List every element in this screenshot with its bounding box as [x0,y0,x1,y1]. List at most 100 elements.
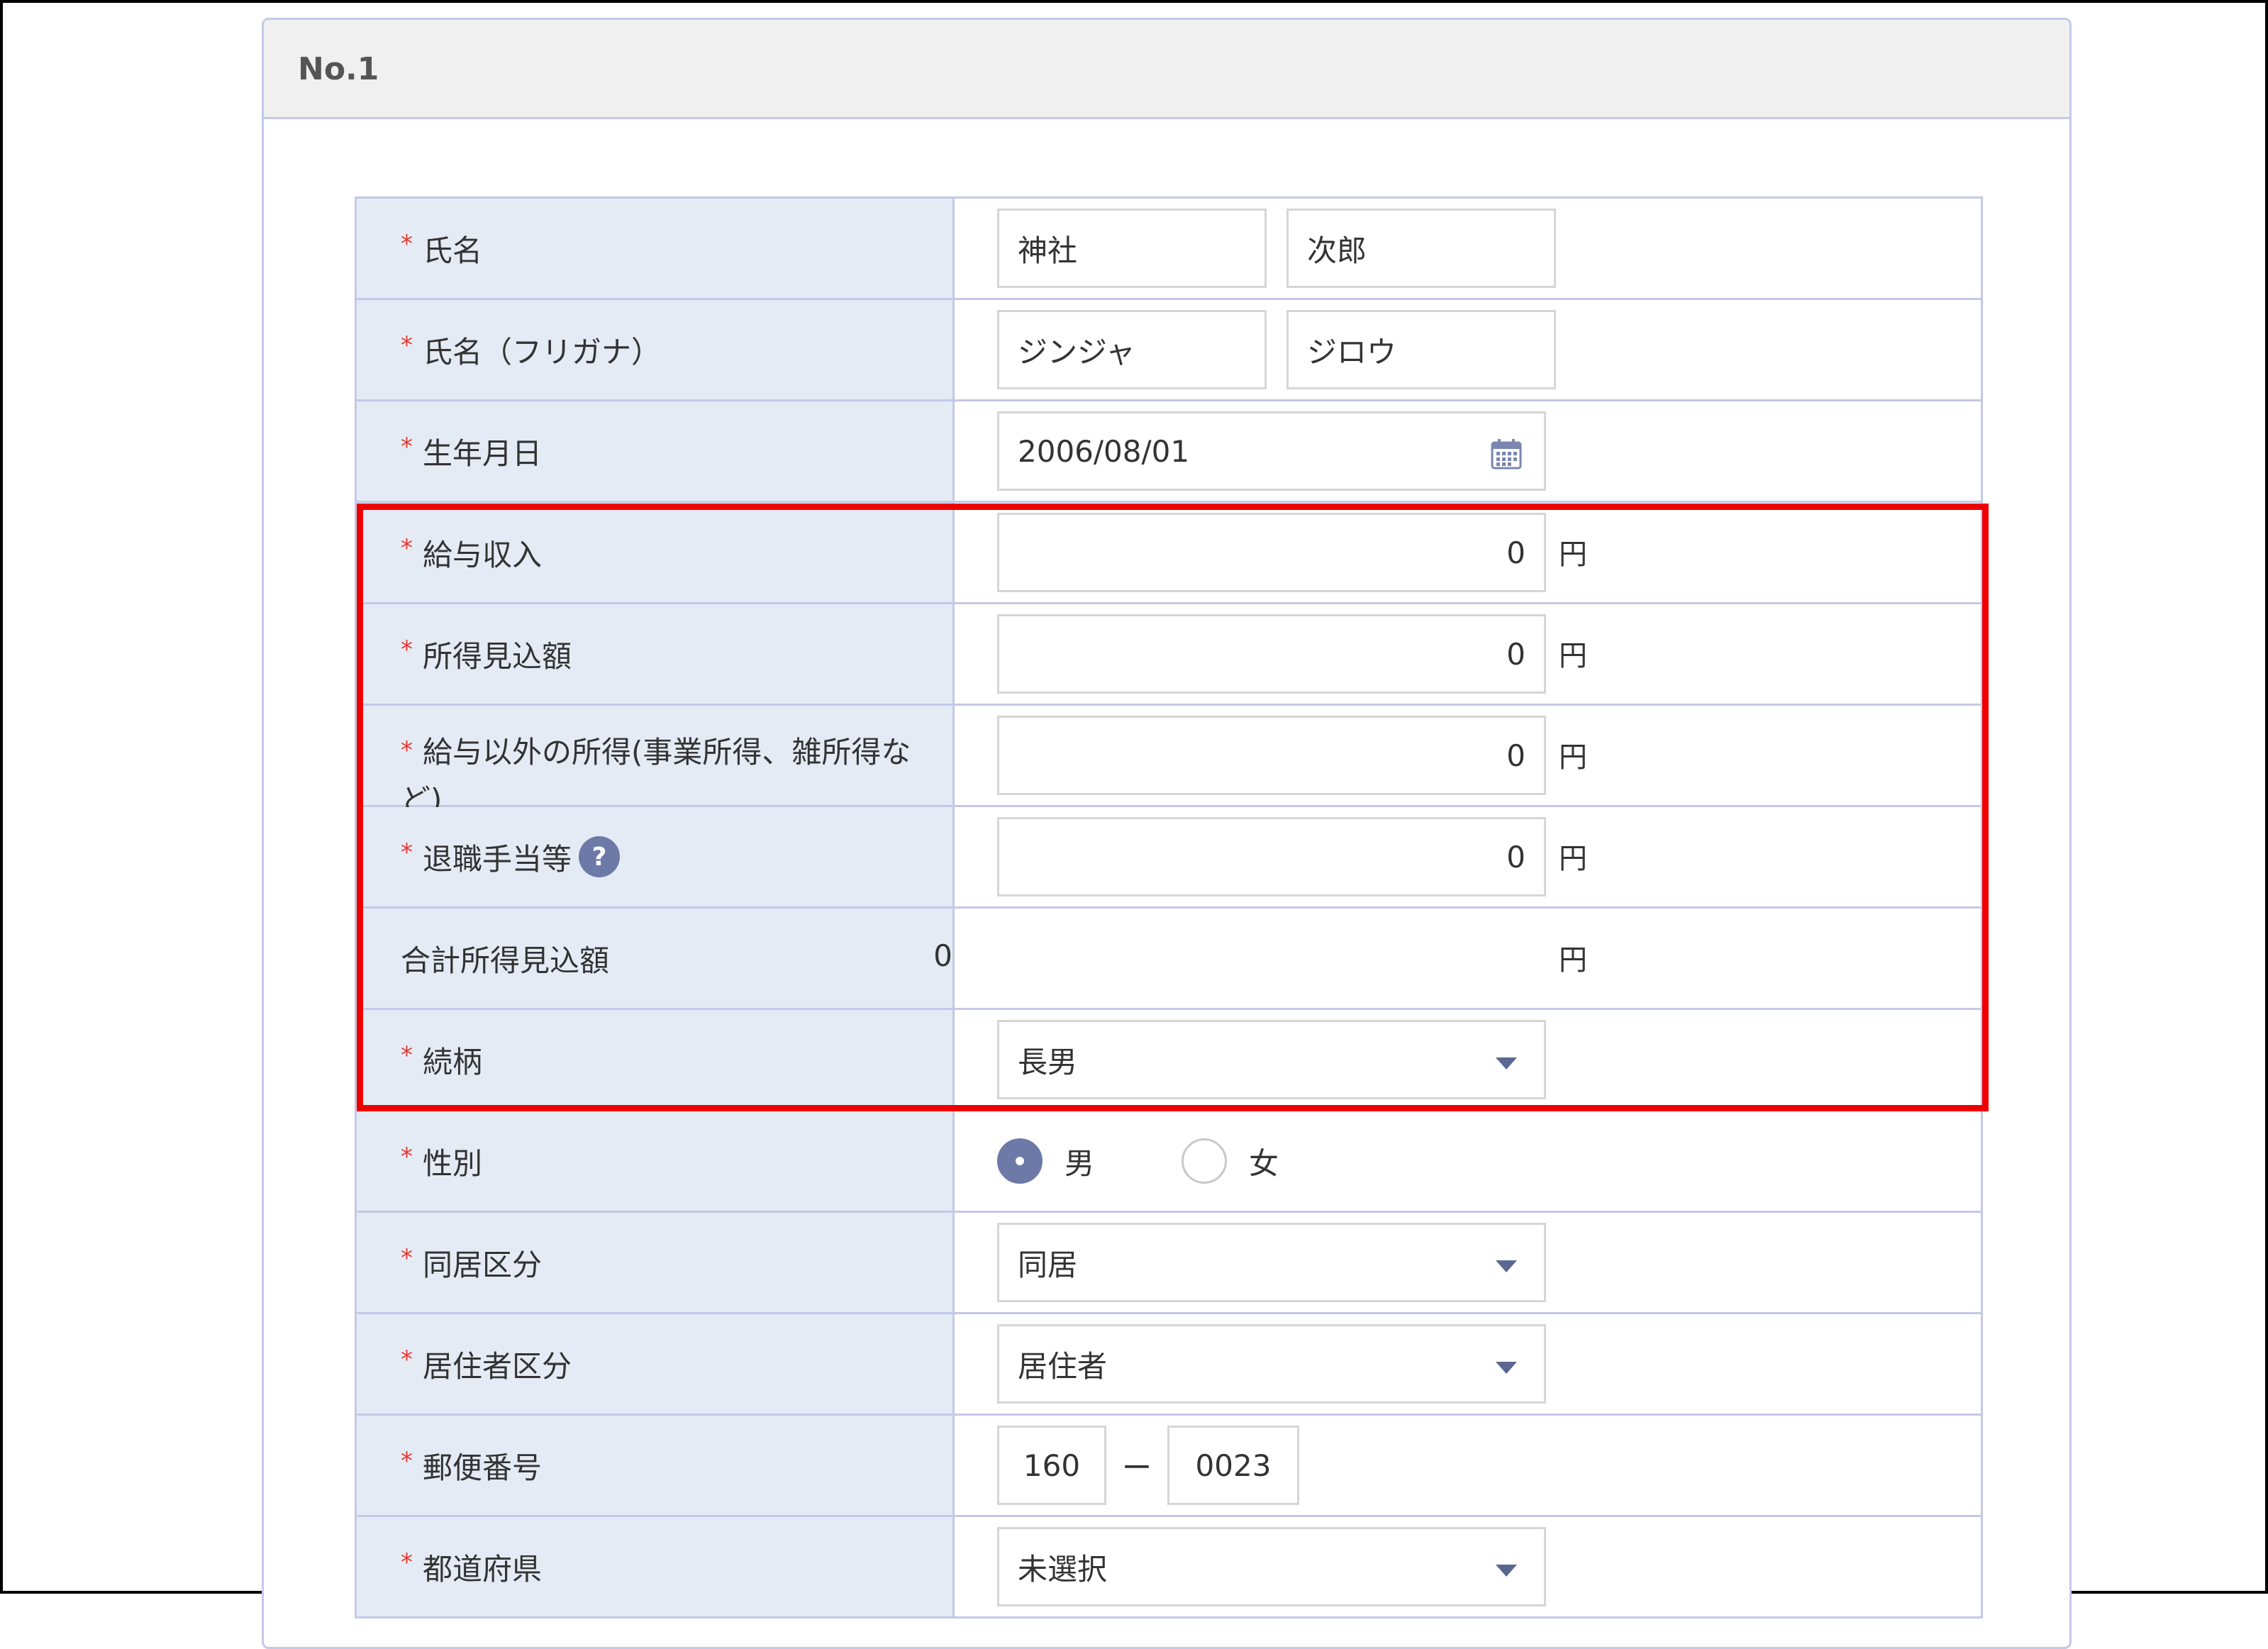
cohabitation-select[interactable]: 同居 [997,1223,1546,1302]
prefecture-label: 都道府県 [423,1551,543,1587]
birthdate-label: 生年月日 [423,435,543,471]
last-name-kana-input[interactable]: ジンジャ [997,310,1267,389]
cohabitation-label: 同居区分 [423,1247,543,1282]
label-cell: * 氏名（フリガナ） [357,300,955,399]
required-mark: * [401,1244,413,1272]
required-mark: * [401,331,413,360]
value-cell: 160 ー 0023 [955,1416,1981,1515]
birthdate-value: 2006/08/01 [1018,433,1190,469]
label-cell: * 続柄 [357,1010,955,1109]
gender-option-female[interactable]: 女 [1249,1140,1279,1183]
label-cell: 合計所得見込額 [357,909,955,1008]
yen-unit: 円 [1559,640,1587,672]
chevron-down-icon [1496,1362,1517,1374]
chevron-down-icon [1496,1057,1517,1070]
required-mark: * [401,1548,413,1577]
row-income-estimate: * 所得見込額 0 円 [357,604,1981,706]
row-kana: * 氏名（フリガナ） ジンジャ ジロウ [357,300,1981,401]
label-cell: * 居住者区分 [357,1314,955,1414]
relationship-selected: 長男 [1018,1044,1078,1079]
postal-code-part1-input[interactable]: 160 [997,1426,1106,1505]
postal-code-part2-input[interactable]: 0023 [1167,1426,1299,1505]
value-cell: 0 円 [955,503,1981,602]
label-cell: * 性別 [357,1111,955,1211]
value-cell: ジンジャ ジロウ [955,300,1981,399]
value-cell: 0 円 [955,604,1981,704]
required-mark: * [401,1041,413,1070]
value-cell: 同居 [955,1213,1981,1312]
calendar-icon[interactable] [1490,438,1523,470]
relationship-select[interactable]: 長男 [997,1020,1546,1099]
label-cell: * 退職手当等 ? [357,807,955,906]
first-name-input[interactable]: 次郎 [1286,209,1556,288]
postal-separator: ー [1122,1450,1152,1485]
other-income-input[interactable]: 0 [997,716,1546,795]
prefecture-select[interactable]: 未選択 [997,1527,1546,1606]
row-residency: * 居住者区分 居住者 [357,1314,1981,1416]
label-cell: * 都道府県 [357,1517,955,1616]
row-other-income: * 給与以外の所得(事業所得、雑所得など) 0 円 [357,706,1981,817]
prefecture-selected: 未選択 [1018,1551,1108,1587]
gender-label: 性別 [423,1145,483,1181]
value-cell: 男 女 [955,1111,1981,1211]
residency-selected: 居住者 [1018,1348,1108,1384]
salary-label: 給与収入 [423,537,543,572]
required-mark: * [401,736,413,765]
help-icon[interactable]: ? [579,836,621,877]
label-cell: * 氏名 [357,199,955,298]
required-mark: * [401,1345,413,1374]
last-name-input[interactable]: 神社 [997,209,1267,288]
row-cohabitation: * 同居区分 同居 [357,1213,1981,1314]
birthdate-input[interactable]: 2006/08/01 [997,411,1546,491]
residency-label: 居住者区分 [423,1348,572,1384]
value-cell: 長男 [955,1010,1981,1109]
required-mark: * [401,230,413,258]
row-gender: * 性別 男 女 [357,1111,1981,1213]
relationship-label: 続柄 [423,1044,483,1079]
row-name: * 氏名 神社 次郎 [357,199,1981,300]
cohabitation-selected: 同居 [1018,1247,1078,1282]
required-mark: * [401,433,413,461]
required-mark: * [401,534,413,562]
first-name-kana-input[interactable]: ジロウ [1286,310,1556,389]
label-cell: * 同居区分 [357,1213,955,1312]
total-income-value: 0 [933,938,952,973]
income-estimate-input[interactable]: 0 [997,614,1546,694]
required-mark: * [401,838,413,867]
retirement-input[interactable]: 0 [997,817,1546,896]
label-cell: * 所得見込額 [357,604,955,704]
required-mark: * [401,1447,413,1475]
card-title: No.1 [298,51,379,87]
income-estimate-label: 所得見込額 [423,638,572,674]
gender-radio-male[interactable] [997,1138,1043,1184]
name-label: 氏名 [423,233,483,268]
card-header: No.1 [264,20,2069,119]
salary-input[interactable]: 0 [997,513,1546,592]
row-salary: * 給与収入 0 円 [357,503,1981,604]
value-cell: 神社 次郎 [955,199,1981,298]
row-relationship: * 続柄 長男 [357,1010,1981,1111]
value-cell: 未選択 [955,1517,1981,1616]
label-cell: * 郵便番号 [357,1416,955,1515]
label-cell: * 給与以外の所得(事業所得、雑所得など) [357,706,955,817]
dependent-form: * 氏名 神社 次郎 * 氏名（フリガナ） ジンジャ ジロウ * 生年月日 20… [355,196,1983,1619]
label-cell: * 給与収入 [357,503,955,602]
yen-unit: 円 [1559,741,1587,774]
retirement-label: 退職手当等 [423,841,572,877]
row-total-income: 合計所得見込額 0 円 [357,909,1981,1010]
row-retirement: * 退職手当等 ? 0 円 [357,807,1981,909]
yen-unit: 円 [1559,843,1587,875]
value-cell: 2006/08/01 [955,401,1981,501]
gender-option-male[interactable]: 男 [1064,1140,1094,1183]
value-cell: 0 円 [955,807,1981,906]
gender-radio-female[interactable] [1182,1138,1227,1184]
row-prefecture: * 都道府県 未選択 [357,1517,1981,1619]
chevron-down-icon [1496,1260,1517,1272]
value-cell: 0 円 [955,706,1981,805]
chevron-down-icon [1496,1565,1517,1577]
postal-label: 郵便番号 [423,1450,543,1485]
residency-select[interactable]: 居住者 [997,1324,1546,1404]
value-cell: 居住者 [955,1314,1981,1414]
label-cell: * 生年月日 [357,401,955,501]
required-mark: * [401,1143,413,1171]
